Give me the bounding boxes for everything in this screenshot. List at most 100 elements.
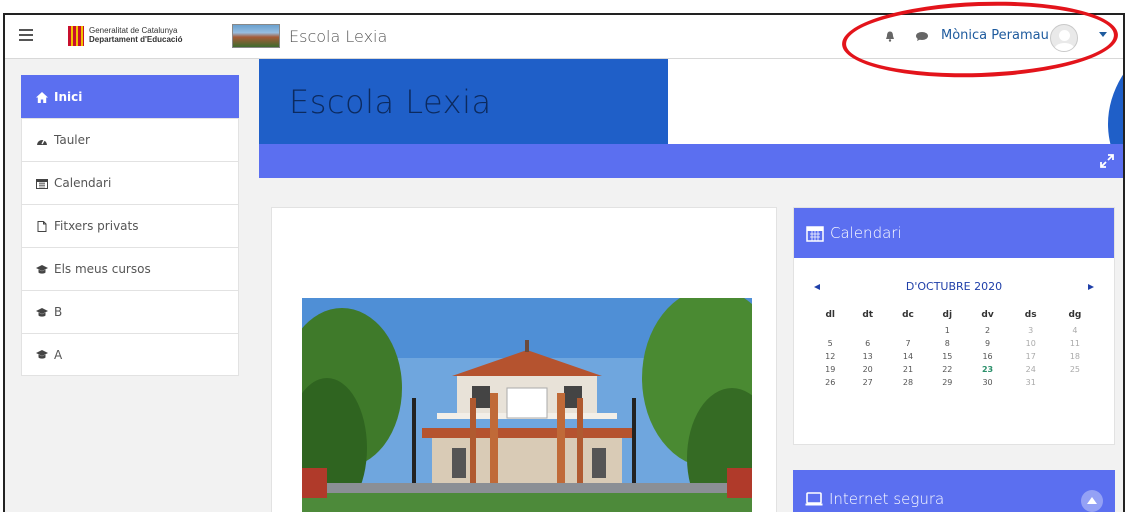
calendar-day[interactable]: 27 [848,376,886,389]
calendar-day[interactable]: 3 [1010,324,1052,337]
calendar-grid: dl dt dc dj dv ds dg 1 2 3 4 5 6 7 8 9 10 11 12 13 14 15 16 17… [812,306,1098,389]
calendar-day[interactable]: 7 [887,337,929,350]
calendar-day[interactable]: 24 [1010,363,1052,376]
sidebar-item-els-meus-cursos[interactable]: Els meus cursos [21,247,239,290]
sidebar-nav: Inici Tauler Calendari Fitxers privats E… [21,75,239,376]
sidebar-item-inici[interactable]: Inici [21,75,239,118]
calendar-week: 19 20 21 22 23 24 25 [812,363,1098,376]
internet-block-header: Internet segura [793,470,1115,512]
expand-icon[interactable] [1099,153,1115,169]
calendar-block: Calendari D'OCTUBRE 2020 dl dt dc dj dv ds dg … [793,207,1115,445]
sidebar-item-label: Els meus cursos [54,262,151,276]
calendar-week: 12 13 14 15 16 17 18 [812,350,1098,363]
sidebar-item-label: Tauler [54,133,90,147]
chat-icon[interactable] [916,32,928,41]
calendar-day[interactable]: 13 [848,350,886,363]
next-month-icon[interactable] [1088,284,1094,290]
calendar-day[interactable]: 1 [929,324,965,337]
calendar-day[interactable]: 6 [848,337,886,350]
sidebar-item-label: Calendari [54,176,112,190]
calendar-week: 5 6 7 8 9 10 11 [812,337,1098,350]
calendar-day[interactable]: 14 [887,350,929,363]
school-logo[interactable] [232,24,280,48]
calendar-day[interactable]: 29 [929,376,965,389]
header-banner: Escola Lexia [259,59,1123,144]
calendar-week: 1234 [812,324,1098,337]
home-icon [36,91,48,103]
school-building-image [302,298,752,512]
calendar-block-header: Calendari [794,208,1114,258]
graduation-cap-icon [36,264,48,274]
calendar-day [887,324,929,337]
calendar-day[interactable]: 9 [966,337,1010,350]
sidebar-item-course-b[interactable]: B [21,290,239,333]
sidebar-item-label: Fitxers privats [54,219,139,233]
sidebar-item-label: A [54,347,63,362]
hamburger-menu-icon[interactable] [19,29,33,41]
calendar-day[interactable]: 4 [1052,324,1098,337]
calendar-day[interactable]: 8 [929,337,965,350]
calendar-icon [806,226,824,242]
calendar-month-label[interactable]: D'OCTUBRE 2020 [794,280,1114,293]
calendar-block-title: Calendari [830,224,902,242]
calendar-day[interactable]: 30 [966,376,1010,389]
calendar-weekday: dt [862,310,874,320]
internet-block-title: Internet segura [829,489,945,508]
calendar-day[interactable]: 15 [929,350,965,363]
calendar-day[interactable]: 23 [966,363,1010,376]
chevron-down-icon[interactable] [1099,32,1107,37]
calendar-day [848,324,886,337]
calendar-day[interactable]: 31 [1010,376,1052,389]
calendar-weekday: dc [902,310,914,320]
calendar-day[interactable]: 20 [848,363,886,376]
calendar-day[interactable]: 22 [929,363,965,376]
gencat-logo: Generalitat de Catalunya Departament d'E… [89,26,182,44]
top-navbar: Generalitat de Catalunya Departament d'E… [5,15,1123,59]
calendar-week: 26 27 28 29 30 31 [812,376,1098,389]
sidebar-item-label: B [54,305,63,319]
calendar-day[interactable]: 21 [887,363,929,376]
calendar-icon [36,178,48,189]
calendar-day[interactable]: 2 [966,324,1010,337]
sidebar-item-label: Inici [54,90,83,104]
avatar[interactable] [1050,24,1078,52]
banner-graphic [668,59,1123,144]
scroll-to-top-icon[interactable] [1081,490,1103,512]
calendar-day[interactable]: 5 [812,337,848,350]
graduation-cap-icon [36,350,48,359]
calendar-day[interactable]: 12 [812,350,848,363]
calendar-weekday: ds [1024,310,1037,320]
calendar-day[interactable]: 26 [812,376,848,389]
gencat-line1: Generalitat de Catalunya [89,26,178,35]
calendar-day[interactable]: 10 [1010,337,1052,350]
calendar-day [812,324,848,337]
dashboard-icon [37,138,47,145]
calendar-day[interactable]: 19 [812,363,848,376]
calendar-day[interactable]: 11 [1052,337,1098,350]
gencat-line2: Departament d'Educació [89,35,183,44]
user-name[interactable]: Mònica Peramau [941,28,1049,43]
browser-frame: Generalitat de Catalunya Departament d'E… [3,13,1125,512]
file-icon [37,220,47,232]
calendar-day[interactable]: 18 [1052,350,1098,363]
calendar-day[interactable]: 16 [966,350,1010,363]
calendar-weekday: dl [825,310,835,320]
site-name[interactable]: Escola Lexia [289,27,387,46]
sidebar-item-tauler[interactable]: Tauler [21,118,239,161]
graduation-cap-icon [36,307,48,317]
banner-toolbar [259,144,1123,178]
calendar-weekday: dv [981,310,994,320]
internet-segura-block: Internet segura [793,470,1115,512]
bell-icon[interactable] [885,31,895,42]
gencat-logo-icon [68,26,84,46]
calendar-day[interactable]: 17 [1010,350,1052,363]
calendar-day[interactable]: 25 [1052,363,1098,376]
sidebar-item-fitxers-privats[interactable]: Fitxers privats [21,204,239,247]
sidebar-item-course-a[interactable]: A [21,333,239,376]
laptop-icon [805,491,823,505]
sidebar-item-calendari[interactable]: Calendari [21,161,239,204]
calendar-day [1052,376,1098,389]
calendar-month-nav: D'OCTUBRE 2020 [794,276,1114,306]
calendar-day[interactable]: 28 [887,376,929,389]
calendar-weekday: dg [1068,310,1082,320]
